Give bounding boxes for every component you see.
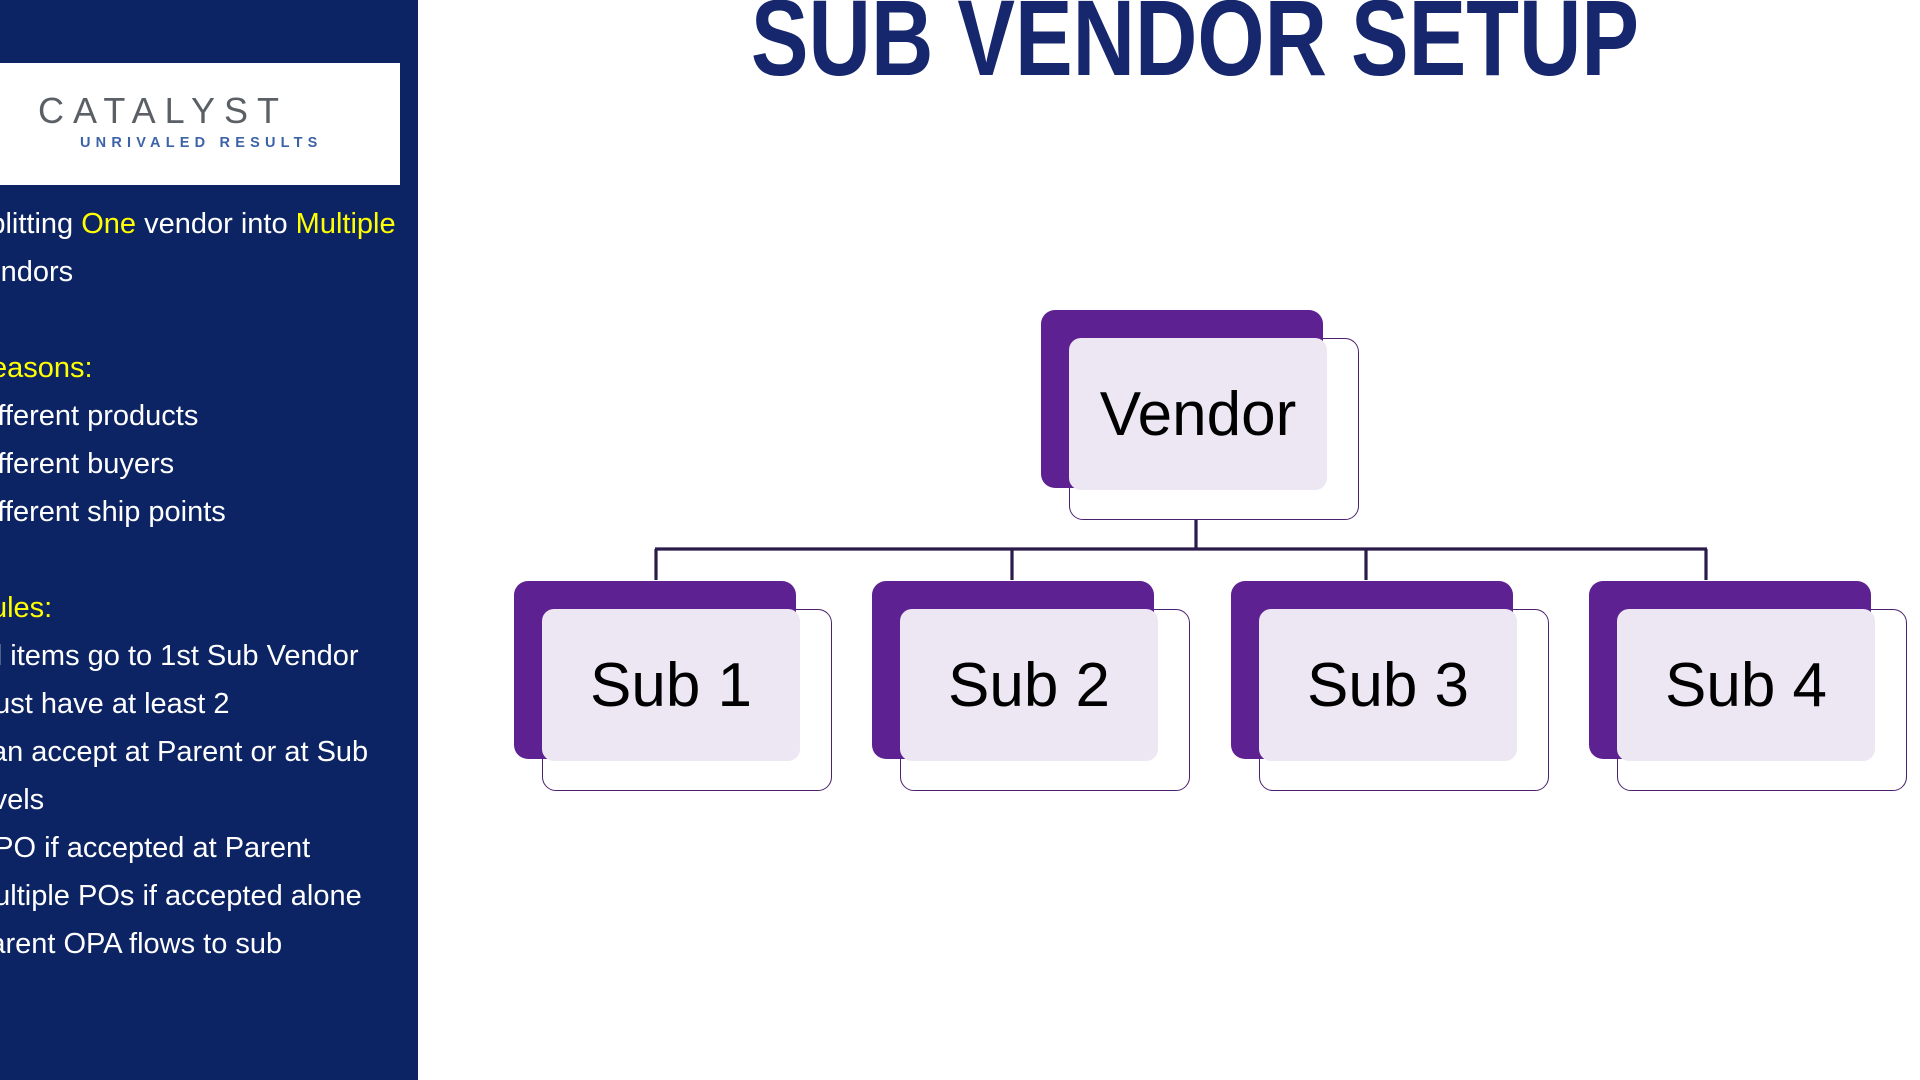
node-sub-1[interactable]: Sub 1: [514, 581, 834, 796]
node-sub-4-label: Sub 4: [1664, 650, 1828, 720]
slide-canvas: CATALYST UNRIVALED RESULTS Splitting One…: [0, 0, 1920, 1080]
node-vendor-label: Vendor: [1099, 379, 1297, 449]
org-chart-connectors: [654, 520, 1708, 580]
node-sub-2[interactable]: Sub 2: [872, 581, 1192, 796]
node-sub-4[interactable]: Sub 4: [1589, 581, 1909, 796]
node-sub-3[interactable]: Sub 3: [1231, 581, 1551, 796]
node-sub-2-label: Sub 2: [947, 650, 1111, 720]
node-vendor[interactable]: Vendor: [1041, 310, 1361, 525]
org-chart: Vendor Sub 1 Sub 2 Sub 3 Sub 4: [0, 0, 1920, 1080]
node-sub-3-label: Sub 3: [1306, 650, 1470, 720]
node-sub-1-label: Sub 1: [589, 650, 753, 720]
